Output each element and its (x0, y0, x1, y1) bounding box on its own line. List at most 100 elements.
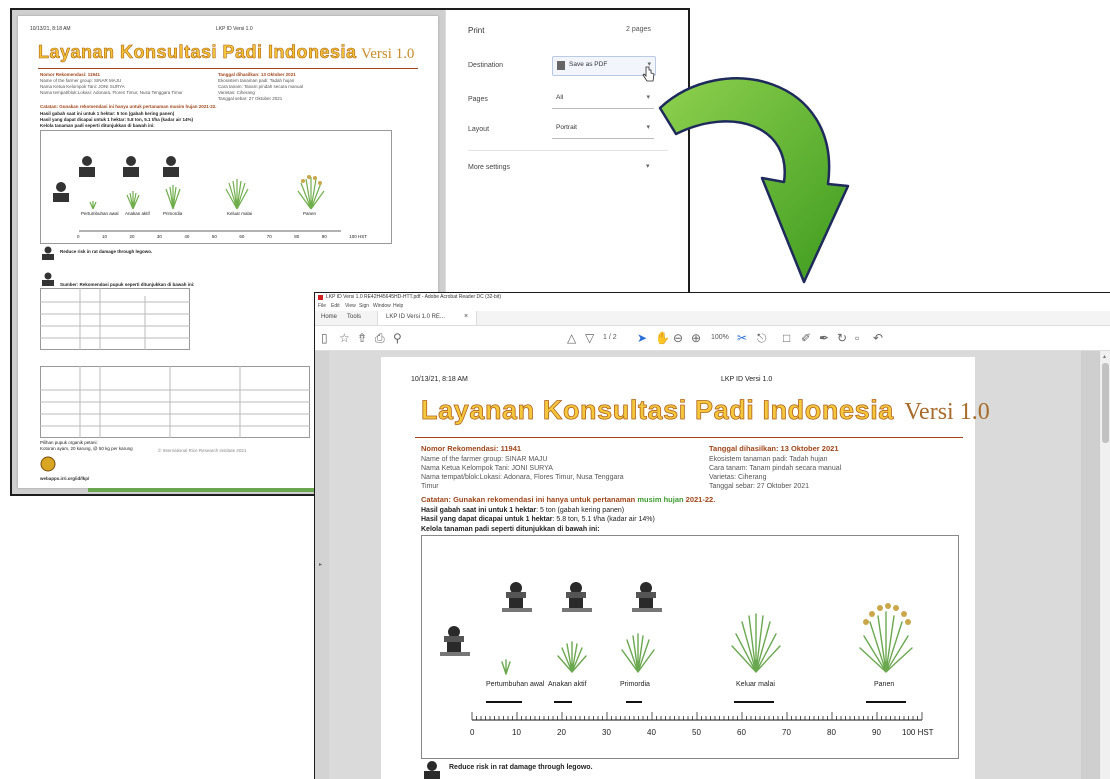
bookmark-star-icon[interactable]: ☆ (339, 331, 350, 345)
expand-left-icon[interactable]: ▸ (319, 561, 322, 568)
menu-bar: File Edit View Sign Window Help (315, 302, 1110, 311)
undo-icon[interactable]: ↶ (873, 331, 883, 345)
preview-stage-label-2: Anakan aktif (125, 211, 150, 216)
create-icon[interactable]: ▯ (321, 331, 328, 345)
left-panel-strip[interactable]: ▸ (315, 351, 329, 779)
menu-sign[interactable]: Sign (359, 302, 369, 311)
print-title: Print (468, 26, 485, 35)
pdf-rec-number: Nomor Rekomendasi: 11941 (421, 444, 522, 453)
pdf-date: Tanggal dihasilkan: 13 Oktober 2021 (709, 444, 839, 453)
right-gutter (1081, 351, 1101, 779)
stamp-icon[interactable]: ⎋ (757, 331, 767, 346)
pdf-stages-caption: Kelola tanaman padi seperti ditunjukkan … (421, 526, 600, 533)
pdf-yield-target: Hasil yang dapat dicapai untuk 1 hektar:… (421, 516, 655, 523)
print-icon[interactable]: ⎙ (375, 331, 385, 346)
pen-icon[interactable]: ✐ (801, 331, 811, 345)
menu-help[interactable]: Help (393, 302, 403, 311)
pdf-stage-label-3: Primordia (620, 681, 650, 688)
window-titlebar: LKP ID Versi 1.0 RE42H45645HD-HTT.pdf - … (315, 293, 1110, 302)
preview-stage-label-5: Panen (303, 211, 317, 216)
crop-tool-icon[interactable]: ✂ (737, 331, 747, 345)
pdf-version: Versi 1.0 (904, 399, 990, 425)
select-cursor-icon[interactable]: ➤ (637, 331, 647, 345)
preview-left-info: Name of the farmer group: SINAR MAJU Nam… (40, 78, 183, 95)
chevron-down-icon: ▾ (646, 94, 650, 101)
pdf-note: Catatan: Gunakan rekomendasi ini hanya u… (421, 495, 716, 504)
irri-logo-icon (40, 456, 56, 472)
pdf-stage-label-5: Panen (874, 681, 895, 688)
share-icon[interactable]: ↻ (837, 331, 847, 345)
sign-icon[interactable]: ✒ (819, 331, 829, 345)
preview-stage-label-1: Pertumbuhan awal (81, 211, 119, 216)
acrobat-app-icon (318, 295, 323, 300)
preview-timestamp: 10/13/21, 8:18 AM (30, 26, 71, 32)
tab-document-label: LKP ID Versi 1.0 RE... (386, 314, 445, 320)
preview-title: Layanan Konsultasi Padi Indonesia (38, 42, 357, 63)
tab-bar: Home Tools LKP ID Versi 1.0 RE... × (315, 311, 1110, 326)
preview-footer-left2: Kotoran ayam, 20 karung, @ 50 kg per kar… (40, 446, 133, 451)
pdf-header: LKP ID Versi 1.0 (721, 376, 773, 383)
tab-tools[interactable]: Tools (347, 314, 361, 320)
zoom-in-icon[interactable]: ⊕ (691, 331, 701, 345)
hand-tool-icon[interactable]: ✋ (655, 331, 670, 345)
document-view: 10/13/21, 8:18 AM LKP ID Versi 1.0 Layan… (329, 351, 1081, 779)
page-down-icon[interactable]: ▽ (585, 331, 594, 345)
destination-value: Save as PDF (569, 61, 608, 68)
preview-axis-ticks: 0 10 20 30 40 50 60 70 80 90 100 HST (77, 234, 367, 239)
pages-label: Pages (468, 96, 488, 103)
pdf-farmer-icon (424, 761, 440, 779)
tab-document[interactable]: LKP ID Versi 1.0 RE... × (377, 311, 477, 325)
menu-view[interactable]: View (345, 302, 356, 311)
preview-footer-center: © International Rice Research Institute … (158, 448, 247, 453)
pdf-timestamp: 10/13/21, 8:18 AM (411, 376, 468, 383)
menu-file[interactable]: File (318, 302, 326, 311)
panel-divider (468, 150, 668, 151)
menu-window[interactable]: Window (373, 302, 391, 311)
preview-farmer-icon (42, 246, 54, 260)
pdf-file-icon (557, 61, 565, 70)
preview-stages-box: Pertumbuhan awal Anakan aktif Primordia … (40, 130, 392, 244)
preview-version: Versi 1.0 (361, 46, 415, 62)
curved-arrow-graphic (658, 77, 850, 284)
vertical-scrollbar[interactable]: ▴ (1099, 351, 1110, 779)
preview-stage-label-3: Primordia (163, 211, 183, 216)
print-page-count: 2 pages (626, 26, 651, 33)
comment-icon[interactable]: □ (783, 331, 790, 345)
preview-farmer-icon-2 (42, 272, 54, 286)
more-settings-toggle[interactable]: More settings (468, 164, 510, 171)
tab-home[interactable]: Home (321, 314, 337, 320)
preview-stages-art (53, 156, 341, 232)
pdf-title: Layanan Konsultasi Padi Indonesia (421, 395, 894, 426)
pdf-stages-art (440, 582, 923, 721)
preview-stages-caption: Kelola tanaman padi seperti ditunjukkan … (40, 123, 155, 128)
pdf-rat-note: Reduce risk in rat damage through legowo… (449, 764, 593, 771)
search-icon[interactable]: ⚲ (393, 331, 402, 345)
trash-icon[interactable]: ▫ (855, 331, 859, 345)
preview-divider (38, 68, 418, 69)
pdf-left-info: Name of the farmer group: SINAR MAJU Nam… (421, 456, 624, 490)
scrollbar-thumb[interactable] (1102, 363, 1109, 443)
preview-stage-label-4: Keluar malai (227, 211, 253, 216)
preview-title-block: Layanan Konsultasi Padi Indonesia Versi … (38, 42, 415, 63)
preview-header: LKP ID Versi 1.0 (216, 26, 253, 32)
chevron-down-icon: ▾ (646, 124, 650, 131)
pdf-title-block: Layanan Konsultasi Padi Indonesia Versi … (421, 395, 990, 426)
pages-select[interactable]: All ▾ (552, 90, 654, 109)
upload-icon[interactable]: ⇮ (357, 331, 367, 345)
scroll-up-icon[interactable]: ▴ (1103, 353, 1106, 360)
pdf-page: 10/13/21, 8:18 AM LKP ID Versi 1.0 Layan… (381, 357, 990, 779)
page-counter[interactable]: 1 / 2 (603, 334, 617, 341)
tab-close-icon[interactable]: × (464, 313, 468, 320)
preview-site: webapps.irri.org/id/lkp/ (40, 476, 90, 481)
pdf-stage-label-1: Pertumbuhan awal (486, 681, 545, 688)
page-up-icon[interactable]: △ (567, 331, 576, 345)
layout-select[interactable]: Portrait ▾ (552, 120, 654, 139)
acrobat-reader-window: LKP ID Versi 1.0 RE42H45645HD-HTT.pdf - … (314, 292, 1110, 779)
destination-select[interactable]: Save as PDF ▾ (552, 56, 656, 76)
menu-edit[interactable]: Edit (331, 302, 340, 311)
zoom-level[interactable]: 100% (711, 334, 729, 341)
preview-fert-table-1 (40, 288, 190, 350)
zoom-out-icon[interactable]: ⊖ (673, 331, 683, 345)
pdf-right-info: Ekosistem tanaman padi: Tadah hujan Cara… (709, 456, 842, 490)
more-settings-chevron-icon[interactable]: ▾ (646, 162, 650, 170)
